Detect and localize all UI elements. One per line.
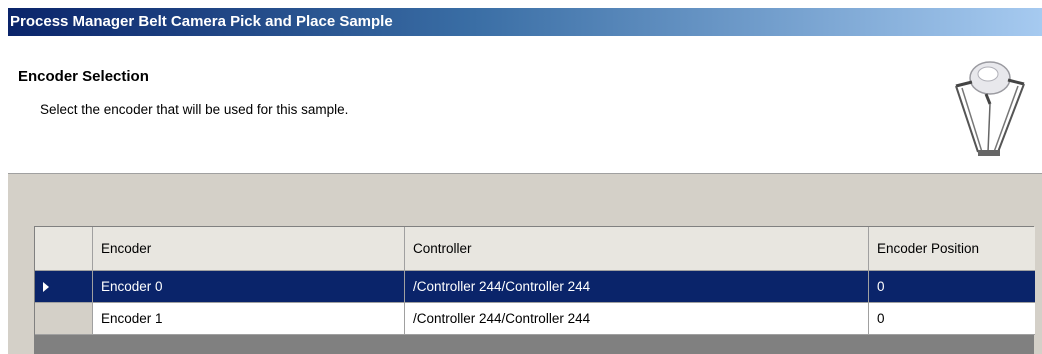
cell-controller[interactable]: /Controller 244/Controller 244 bbox=[405, 271, 869, 303]
header-panel: Encoder Selection Select the encoder tha… bbox=[8, 36, 1042, 174]
delta-robot-icon bbox=[955, 61, 1025, 156]
wizard-window: Process Manager Belt Camera Pick and Pla… bbox=[8, 8, 1042, 354]
column-header-controller[interactable]: Controller bbox=[405, 227, 869, 271]
row-selector[interactable] bbox=[35, 303, 93, 335]
page-description: Select the encoder that will be used for… bbox=[40, 102, 349, 117]
cell-controller[interactable]: /Controller 244/Controller 244 bbox=[405, 303, 869, 335]
cell-encoder[interactable]: Encoder 1 bbox=[93, 303, 405, 335]
current-row-arrow-icon bbox=[43, 281, 49, 292]
grid-header-row: Encoder Controller Encoder Position bbox=[35, 227, 1035, 271]
window-title: Process Manager Belt Camera Pick and Pla… bbox=[8, 8, 1042, 36]
table-row[interactable]: Encoder 1 /Controller 244/Controller 244… bbox=[35, 303, 1035, 335]
table-row[interactable]: Encoder 0 /Controller 244/Controller 244… bbox=[35, 271, 1035, 303]
encoder-grid: Encoder Controller Encoder Position Enco… bbox=[34, 226, 1035, 354]
row-selector[interactable] bbox=[35, 271, 93, 303]
column-header-encoder-position[interactable]: Encoder Position bbox=[869, 227, 1035, 271]
row-header-corner bbox=[35, 227, 93, 271]
column-header-encoder[interactable]: Encoder bbox=[93, 227, 405, 271]
cell-encoder-position[interactable]: 0 bbox=[869, 303, 1035, 335]
cell-encoder[interactable]: Encoder 0 bbox=[93, 271, 405, 303]
page-title: Encoder Selection bbox=[18, 68, 149, 85]
cell-encoder-position[interactable]: 0 bbox=[869, 271, 1035, 303]
